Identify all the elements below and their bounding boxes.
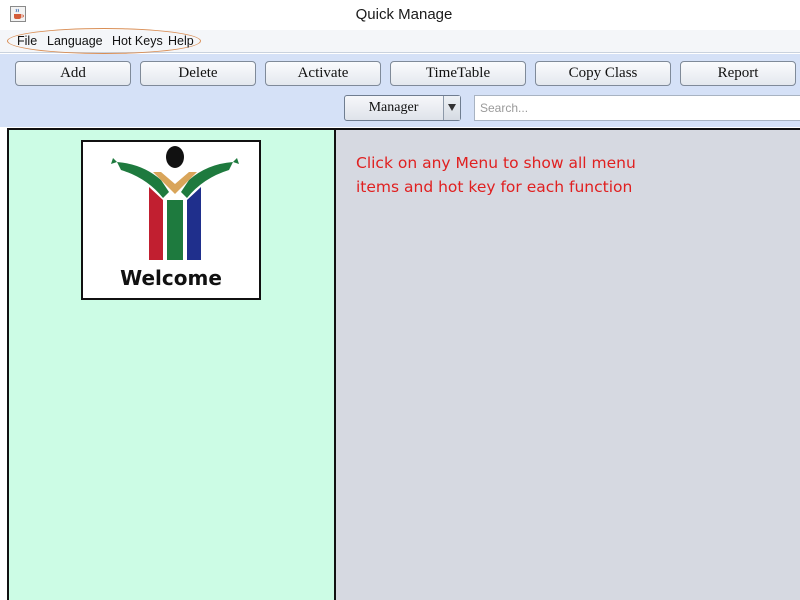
- hint-line-2: items and hot key for each function: [356, 178, 633, 196]
- search-field[interactable]: [474, 95, 800, 121]
- window-left-margin: [0, 128, 7, 600]
- window-title: Quick Manage: [355, 6, 453, 23]
- add-button[interactable]: Add: [15, 61, 131, 86]
- welcome-person-logo: [111, 146, 239, 260]
- activate-button[interactable]: Activate: [265, 61, 381, 86]
- report-button[interactable]: Report: [680, 61, 796, 86]
- menu-language[interactable]: Language: [47, 34, 103, 48]
- dropdown-arrow-icon[interactable]: [443, 96, 460, 120]
- role-select[interactable]: Manager: [344, 95, 461, 121]
- menu-hot-keys[interactable]: Hot Keys: [112, 34, 163, 48]
- welcome-label: Welcome: [120, 266, 222, 290]
- copy-class-button[interactable]: Copy Class: [535, 61, 671, 86]
- welcome-logo-box: Welcome: [81, 140, 261, 300]
- search-input[interactable]: [475, 96, 800, 120]
- menu-help[interactable]: Help: [168, 34, 194, 48]
- menu-file[interactable]: File: [17, 34, 37, 48]
- timetable-button[interactable]: TimeTable: [390, 61, 526, 86]
- role-select-value: Manager: [368, 100, 419, 115]
- menu-hint-text: Click on any Menu to show all menu items…: [356, 151, 656, 199]
- title-bar: Quick Manage: [0, 0, 800, 30]
- delete-button[interactable]: Delete: [140, 61, 256, 86]
- hint-line-1: Click on any Menu to show all menu: [356, 154, 636, 172]
